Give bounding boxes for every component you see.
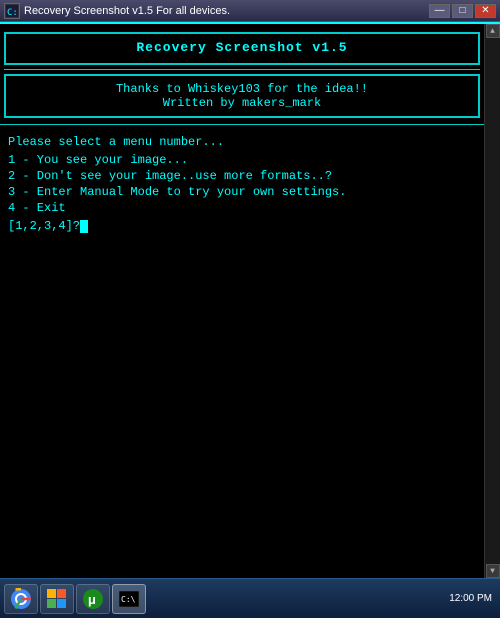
tray-area: 12:00 PM — [449, 593, 496, 604]
chrome-icon — [10, 588, 32, 610]
bittorrent-icon: μ — [82, 588, 104, 610]
taskbar-item-cmd[interactable]: C:\ — [112, 584, 146, 614]
input-line[interactable]: [1,2,3,4]? — [8, 219, 476, 233]
full-separator — [0, 124, 484, 125]
credits-line2: Written by makers_mark — [10, 96, 474, 110]
menu-item-1: 1 - You see your image... — [8, 153, 476, 167]
scrollbar-track[interactable] — [486, 38, 500, 564]
app-icon: C: — [4, 3, 20, 19]
menu-item-3: 3 - Enter Manual Mode to try your own se… — [8, 185, 476, 199]
terminal-content: Recovery Screenshot v1.5 Thanks to Whisk… — [0, 24, 484, 578]
header-title: Recovery Screenshot v1.5 — [10, 40, 474, 55]
credits-line1: Thanks to Whiskey103 for the idea!! — [10, 82, 474, 96]
terminal-inner: Recovery Screenshot v1.5 Thanks to Whisk… — [0, 24, 500, 578]
taskbar-item-bittorrent[interactable]: μ — [76, 584, 110, 614]
menu-section: Please select a menu number... 1 - You s… — [0, 131, 484, 237]
section-separator — [4, 69, 480, 70]
title-bar: C: Recovery Screenshot v1.5 For all devi… — [0, 0, 500, 22]
title-bar-left: C: Recovery Screenshot v1.5 For all devi… — [4, 3, 230, 19]
svg-text:C:\: C:\ — [121, 595, 136, 604]
scrollbar-down-button[interactable]: ▼ — [486, 564, 500, 578]
title-bar-buttons: — □ ✕ — [429, 4, 496, 18]
cmd-icon: C:\ — [118, 588, 140, 610]
scrollbar-up-button[interactable]: ▲ — [486, 24, 500, 38]
taskbar-item-chrome[interactable] — [4, 584, 38, 614]
menu-item-2: 2 - Don't see your image..use more forma… — [8, 169, 476, 183]
svg-text:C:: C: — [7, 8, 18, 17]
menu-item-4: 4 - Exit — [8, 201, 476, 215]
svg-text:μ: μ — [88, 593, 96, 608]
maximize-button[interactable]: □ — [452, 4, 473, 18]
time-text: 12:00 PM — [449, 593, 492, 604]
close-button[interactable]: ✕ — [475, 4, 496, 18]
terminal-window: Recovery Screenshot v1.5 Thanks to Whisk… — [0, 22, 500, 578]
taskbar-item-folder[interactable] — [40, 584, 74, 614]
cursor — [80, 220, 88, 233]
minimize-button[interactable]: — — [429, 4, 450, 18]
folder-icon — [46, 588, 68, 610]
scrollbar[interactable]: ▲ ▼ — [484, 24, 500, 578]
input-prompt: [1,2,3,4]? — [8, 219, 80, 233]
taskbar: μ C:\ 12:00 PM — [0, 578, 500, 618]
title-bar-text: Recovery Screenshot v1.5 For all devices… — [24, 5, 230, 17]
credits-section: Thanks to Whiskey103 for the idea!! Writ… — [4, 74, 480, 118]
header-section: Recovery Screenshot v1.5 — [4, 32, 480, 65]
clock-display: 12:00 PM — [449, 593, 492, 604]
menu-prompt: Please select a menu number... — [8, 135, 476, 149]
